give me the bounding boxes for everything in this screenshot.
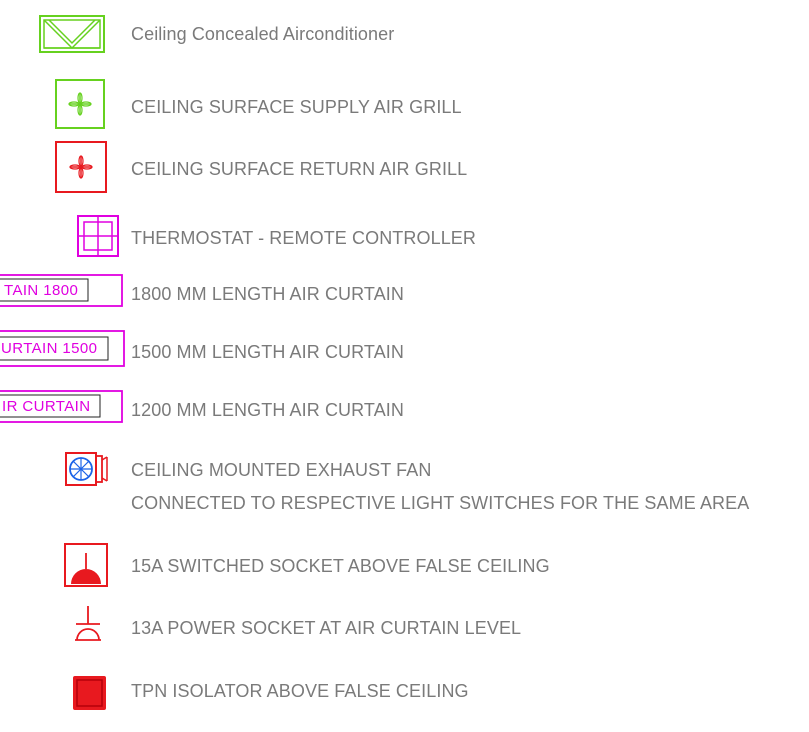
- legend-label: 1800 MM LENGTH AIR CURTAIN: [131, 284, 404, 304]
- thermostat-icon: [77, 215, 119, 257]
- legend-label: CEILING SURFACE SUPPLY AIR GRILL: [131, 97, 462, 117]
- air-curtain-tag: IR CURTAIN: [2, 398, 91, 415]
- legend-label: 1500 MM LENGTH AIR CURTAIN: [131, 342, 404, 362]
- supply-air-grill-icon: [55, 79, 105, 129]
- legend-label: Ceiling Concealed Airconditioner: [131, 24, 395, 44]
- exhaust-fan-icon: [65, 452, 109, 486]
- legend-label-continued: CONNECTED TO RESPECTIVE LIGHT SWITCHES F…: [131, 493, 750, 513]
- legend-label: 13A POWER SOCKET AT AIR CURTAIN LEVEL: [131, 618, 522, 638]
- ceiling-concealed-ac-icon: [39, 15, 105, 53]
- air-curtain-tag: URTAIN 1500: [1, 340, 98, 357]
- legend-label: 1200 MM LENGTH AIR CURTAIN: [131, 400, 404, 420]
- legend-label: 15A SWITCHED SOCKET ABOVE FALSE CEILING: [131, 556, 550, 576]
- return-air-grill-icon: [55, 141, 107, 193]
- legend-label: THERMOSTAT - REMOTE CONTROLLER: [131, 228, 477, 248]
- legend-label: TPN ISOLATOR ABOVE FALSE CEILING: [131, 681, 469, 701]
- legend-label: CEILING SURFACE RETURN AIR GRILL: [131, 159, 468, 179]
- air-curtain-tag: TAIN 1800: [4, 282, 79, 299]
- switched-socket-icon: [64, 543, 108, 587]
- power-socket-icon: [73, 604, 103, 644]
- tpn-isolator-icon: [73, 676, 106, 710]
- legend-label: CEILING MOUNTED EXHAUST FAN: [131, 460, 432, 480]
